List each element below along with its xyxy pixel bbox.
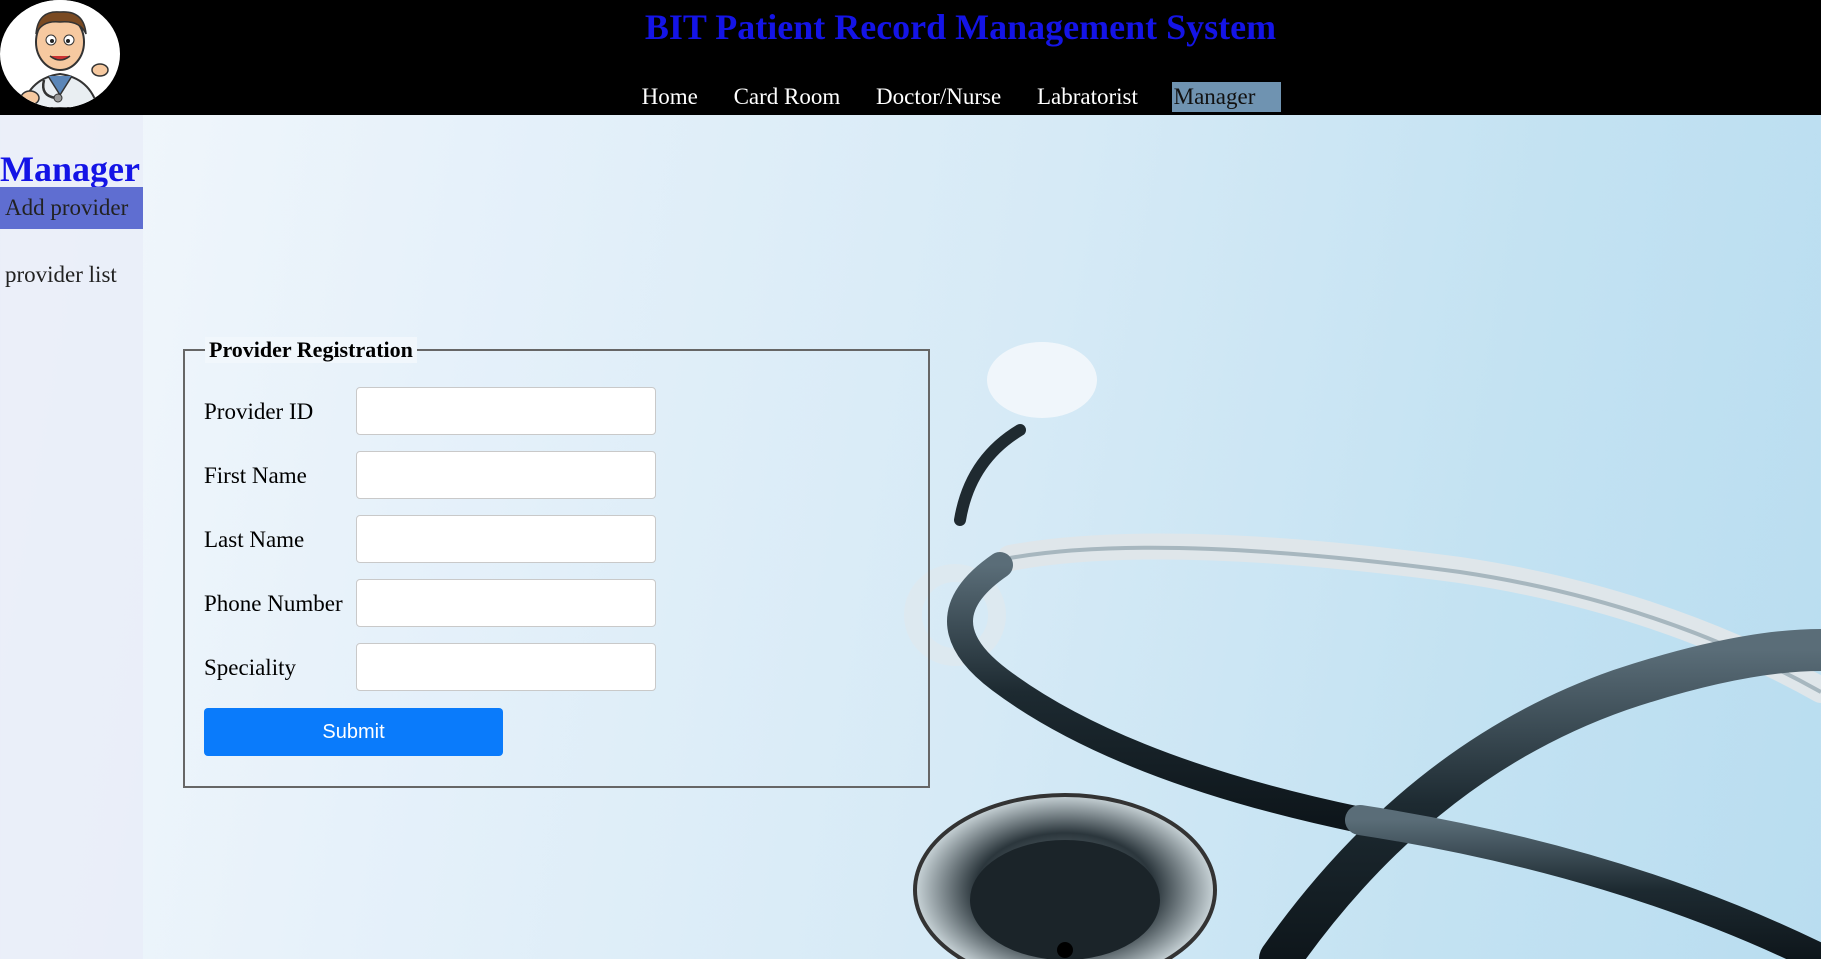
last-name-input[interactable] bbox=[356, 515, 656, 563]
first-name-input[interactable] bbox=[356, 451, 656, 499]
speciality-label: Speciality bbox=[204, 655, 296, 680]
last-name-label: Last Name bbox=[204, 527, 305, 552]
nav-card-room[interactable]: Card Room bbox=[732, 82, 843, 112]
sidebar-item-provider-list[interactable]: provider list bbox=[5, 262, 117, 288]
provider-id-label: Provider ID bbox=[204, 399, 314, 424]
header-bar: BIT Patient Record Management System Hom… bbox=[0, 0, 1821, 115]
first-name-label: First Name bbox=[204, 463, 307, 488]
phone-number-label: Phone Number bbox=[204, 591, 343, 616]
provider-registration-form: Provider Registration Provider ID First … bbox=[183, 337, 930, 788]
sidebar-title: Manager bbox=[0, 149, 140, 189]
nav-doctor-nurse[interactable]: Doctor/Nurse bbox=[874, 82, 1003, 112]
nav-home[interactable]: Home bbox=[640, 82, 700, 112]
nav-labratorist[interactable]: Labratorist bbox=[1035, 82, 1140, 112]
submit-button[interactable]: Submit bbox=[204, 708, 503, 756]
sidebar: Manager Add provider provider list bbox=[0, 115, 143, 959]
provider-id-input[interactable] bbox=[356, 387, 656, 435]
speciality-input[interactable] bbox=[356, 643, 656, 691]
main-nav: Home Card Room Doctor/Nurse Labratorist … bbox=[0, 82, 1821, 112]
site-title: BIT Patient Record Management System bbox=[644, 7, 1277, 47]
phone-number-input[interactable] bbox=[356, 579, 656, 627]
form-legend: Provider Registration bbox=[205, 337, 417, 363]
stethoscope-background-icon bbox=[904, 342, 1821, 959]
sidebar-item-add-provider[interactable]: Add provider bbox=[0, 187, 143, 229]
nav-manager[interactable]: Manager bbox=[1171, 82, 1282, 112]
